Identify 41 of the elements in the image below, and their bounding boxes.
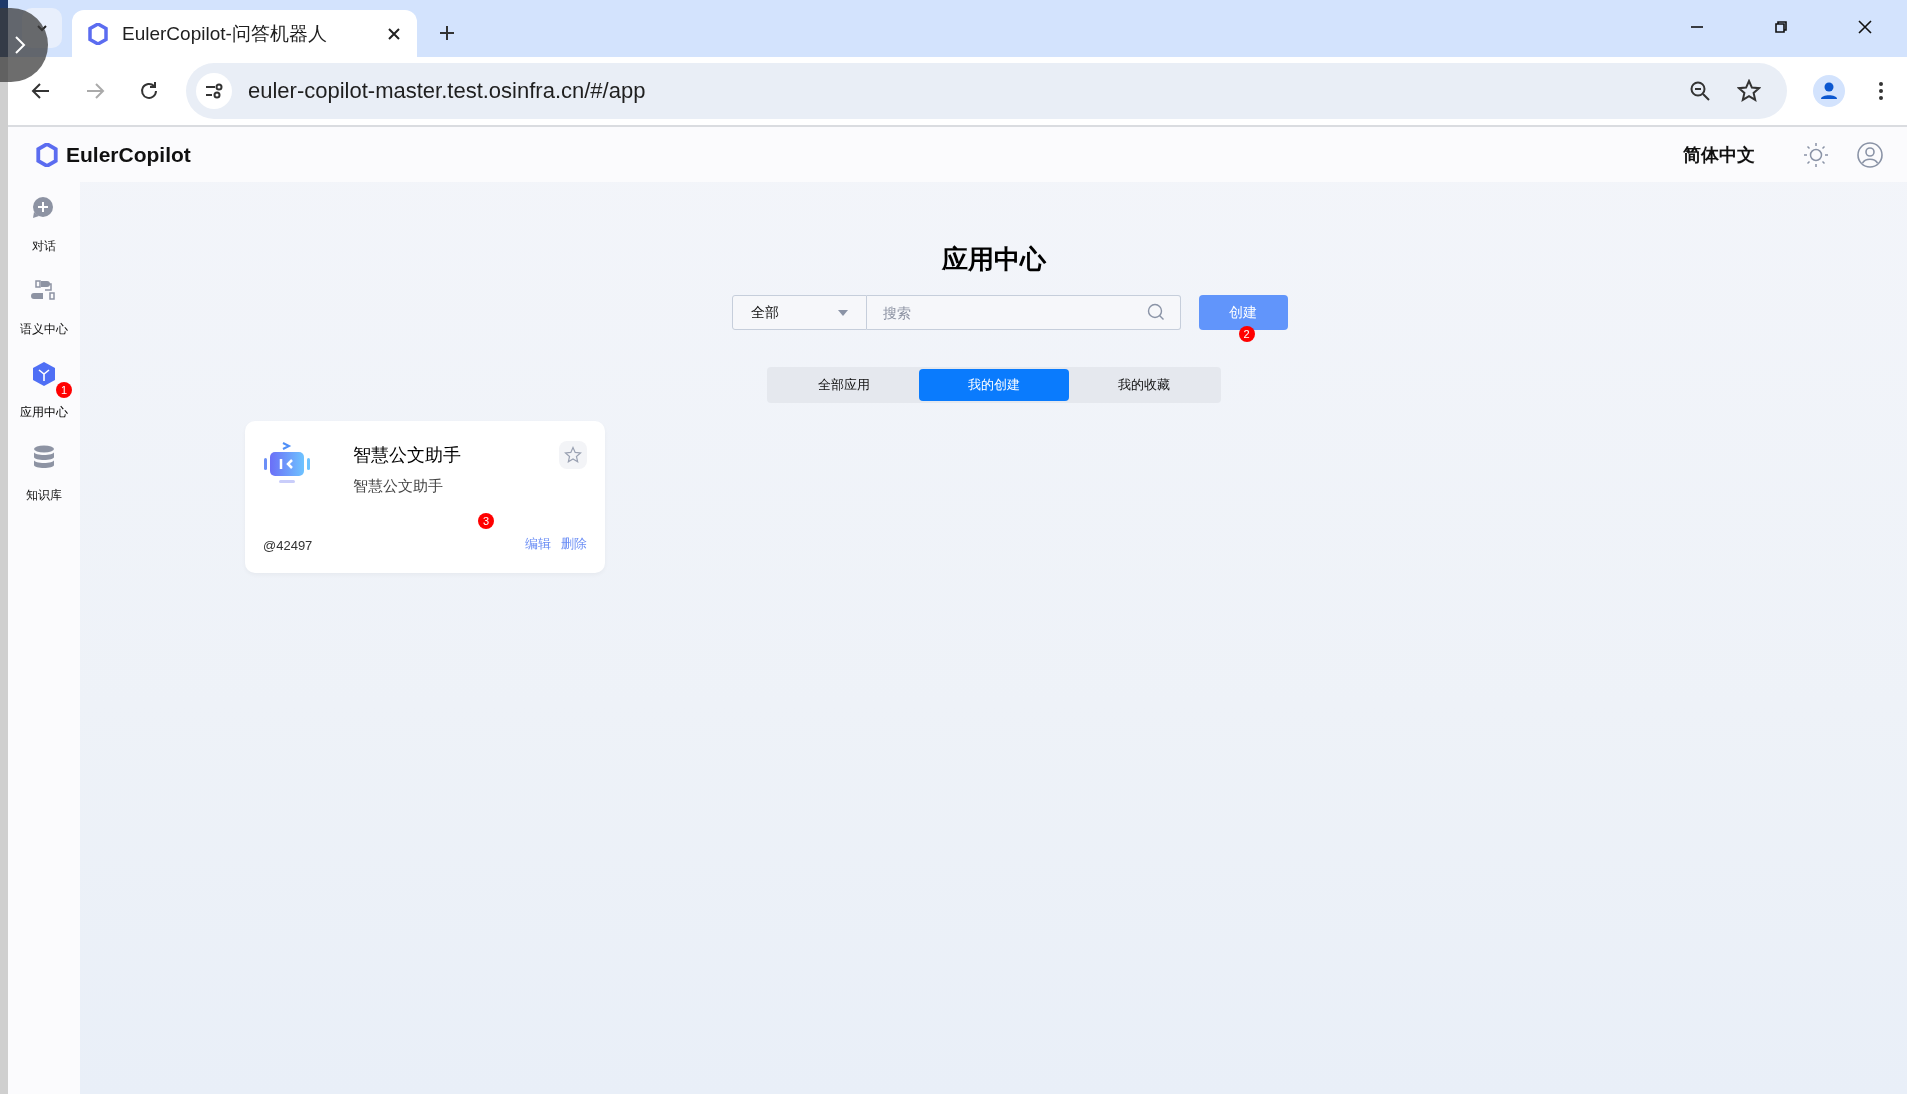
- nav-item[interactable]: 知识库: [26, 443, 62, 504]
- profile-avatar-icon[interactable]: [1813, 75, 1845, 107]
- app-description: 智慧公文助手: [353, 477, 444, 496]
- more-menu-icon[interactable]: [1877, 80, 1885, 102]
- nav-item[interactable]: 语义中心: [20, 277, 68, 338]
- category-dropdown[interactable]: 全部: [731, 295, 867, 330]
- user-account-icon[interactable]: [1857, 141, 1883, 168]
- page-title: 应用中心: [941, 243, 1046, 276]
- hexagon-cube-icon: [30, 360, 58, 388]
- brand-name: EulerCopilot: [66, 142, 191, 167]
- nav-item[interactable]: 对话: [30, 194, 58, 255]
- chevron-right-icon: [14, 35, 26, 55]
- filter-tab[interactable]: 我的创建: [918, 369, 1069, 401]
- zoom-out-icon[interactable]: [1689, 80, 1711, 102]
- search-field[interactable]: 搜索: [866, 295, 1181, 330]
- number-badge: 1: [56, 382, 72, 398]
- browser-tab[interactable]: EulerCopilot-问答机器人: [72, 10, 417, 57]
- app-card[interactable]: 智慧公文助手 智慧公文助手 @42497 编辑 删除 3: [245, 421, 605, 573]
- filter-tab[interactable]: 全部应用: [768, 369, 919, 401]
- hexagon-logo-icon: [36, 142, 58, 167]
- number-badge: 3: [478, 513, 494, 529]
- address-bar[interactable]: euler-copilot-master.test.osinfra.cn/#/app: [186, 63, 1787, 119]
- close-icon[interactable]: [1857, 19, 1873, 35]
- hexagon-logo-icon: [88, 22, 108, 45]
- site-settings-icon[interactable]: [196, 73, 232, 109]
- sun-icon[interactable]: [1803, 141, 1829, 168]
- url-text: euler-copilot-master.test.osinfra.cn/#/app: [248, 78, 646, 104]
- filter-tab[interactable]: 我的收藏: [1068, 369, 1219, 401]
- bookmark-star-icon[interactable]: [1737, 79, 1761, 103]
- search-icon: [1146, 303, 1165, 321]
- language-selector[interactable]: 简体中文: [1683, 142, 1755, 167]
- number-badge: 2: [1238, 326, 1255, 342]
- tab-title: EulerCopilot-问答机器人: [122, 21, 328, 46]
- close-tab-icon[interactable]: [387, 26, 401, 41]
- new-tab-icon[interactable]: [439, 25, 455, 41]
- restore-icon[interactable]: [1773, 19, 1789, 35]
- caret-down-icon: [837, 309, 848, 316]
- reload-icon[interactable]: [138, 80, 160, 102]
- author-id: @42497: [263, 538, 313, 553]
- app-name: 智慧公文助手: [353, 444, 462, 467]
- favorite-button[interactable]: [559, 441, 587, 469]
